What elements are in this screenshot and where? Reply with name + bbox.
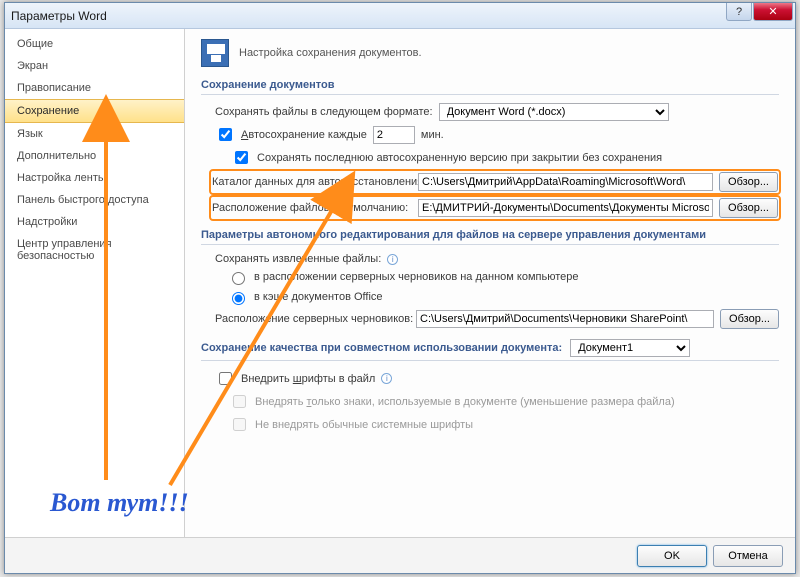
help-button[interactable]: ?	[726, 3, 752, 21]
server-drafts-loc-input[interactable]	[416, 310, 714, 328]
window-title: Параметры Word	[11, 9, 107, 23]
titlebar: Параметры Word ? ✕	[5, 3, 795, 29]
no-system-fonts-checkbox	[233, 418, 246, 431]
section-quality: Сохранение качества при совместном испол…	[201, 339, 779, 361]
sidebar-item-qat[interactable]: Панель быстрого доступа	[5, 189, 184, 211]
keep-last-autosave-checkbox[interactable]	[235, 151, 248, 164]
autosave-minutes-input[interactable]	[373, 126, 415, 144]
server-drafts-browse-button[interactable]: Обзор...	[720, 309, 779, 329]
embed-only-chars-checkbox	[233, 395, 246, 408]
autosave-checkbox[interactable]	[219, 128, 232, 141]
embed-fonts-checkbox[interactable]	[219, 372, 232, 385]
sidebar-item-ribbon[interactable]: Настройка ленты	[5, 167, 184, 189]
save-icon	[201, 39, 229, 67]
embed-fonts-label: Внедрить шрифты в файл	[241, 373, 375, 385]
sidebar-item-general[interactable]: Общие	[5, 33, 184, 55]
dialog-footer: OK Отмена	[5, 537, 795, 573]
office-cache-radio-label: в кэше документов Office	[254, 291, 383, 303]
sidebar-item-language[interactable]: Язык	[5, 123, 184, 145]
save-format-label: Сохранять файлы в следующем формате:	[215, 106, 433, 118]
sidebar-item-trust[interactable]: Центр управления безопасностью	[5, 233, 184, 267]
info-icon: i	[387, 254, 398, 265]
sidebar-item-save[interactable]: Сохранение	[5, 99, 184, 123]
autorecover-dir-input[interactable]	[418, 173, 713, 191]
sidebar: Общие Экран Правописание Сохранение Язык…	[5, 29, 185, 537]
autorecover-dir-label: Каталог данных для автовосстановления:	[212, 176, 412, 188]
sidebar-item-proofing[interactable]: Правописание	[5, 77, 184, 99]
sidebar-item-display[interactable]: Экран	[5, 55, 184, 77]
page-heading: Настройка сохранения документов.	[239, 47, 422, 59]
cancel-button[interactable]: Отмена	[713, 545, 783, 567]
save-checked-out-label: Сохранять извлеченные файлы:	[215, 253, 381, 265]
autosave-unit: мин.	[421, 129, 444, 141]
sidebar-item-advanced[interactable]: Дополнительно	[5, 145, 184, 167]
section-offline-editing: Параметры автономного редактирования для…	[201, 229, 779, 245]
info-icon: i	[381, 373, 392, 384]
office-cache-radio[interactable]	[232, 292, 245, 305]
keep-last-autosave-label: Сохранять последнюю автосохраненную верс…	[257, 152, 662, 164]
server-drafts-radio[interactable]	[232, 272, 245, 285]
server-drafts-loc-label: Расположение серверных черновиков:	[215, 313, 410, 325]
default-loc-input[interactable]	[418, 199, 713, 217]
close-button[interactable]: ✕	[753, 3, 793, 21]
callout-text: Вот тут!!!	[50, 488, 189, 518]
ok-button[interactable]: OK	[637, 545, 707, 567]
autorecover-browse-button[interactable]: Обзор...	[719, 172, 778, 192]
document-selector[interactable]: Документ1	[570, 339, 690, 357]
server-drafts-radio-label: в расположении серверных черновиков на д…	[254, 271, 578, 283]
default-loc-label: Расположение файлов по умолчанию:	[212, 202, 412, 214]
content-panel: Настройка сохранения документов. Сохране…	[185, 29, 795, 537]
save-format-select[interactable]: Документ Word (*.docx)	[439, 103, 669, 121]
section-save-docs: Сохранение документов	[201, 79, 779, 95]
embed-only-chars-label: Внедрять только знаки, используемые в до…	[255, 396, 675, 408]
sidebar-item-addins[interactable]: Надстройки	[5, 211, 184, 233]
default-loc-browse-button[interactable]: Обзор...	[719, 198, 778, 218]
autosave-label: Автосохранение каждые	[241, 129, 367, 141]
no-system-fonts-label: Не внедрять обычные системные шрифты	[255, 419, 473, 431]
